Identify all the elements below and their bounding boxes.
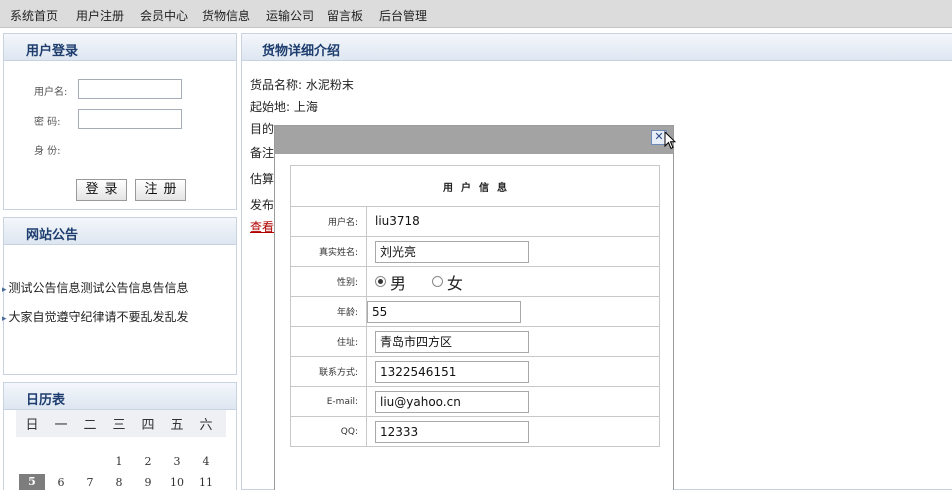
top-nav: 系统首页 用户注册 会员中心 货物信息 运输公司 留言板 后台管理 <box>0 0 952 28</box>
login-title: 用户登录 <box>26 44 79 59</box>
address-field-label: 住址: <box>290 326 367 357</box>
calendar-day[interactable]: 7 <box>80 476 100 489</box>
email-field-label: E-mail: <box>290 386 367 417</box>
age-field-label: 年龄: <box>290 296 367 327</box>
gender-female-radio[interactable] <box>431 276 443 287</box>
notice-item[interactable]: ▸ 大家自觉遵守纪律请不要乱发乱发 <box>2 308 189 325</box>
login-button[interactable]: 登录 <box>76 179 127 201</box>
nav-goods[interactable]: 货物信息 <box>202 7 250 24</box>
calendar-day[interactable]: 4 <box>196 455 216 468</box>
calendar-title: 日历表 <box>26 393 66 408</box>
destination-line: 目的 <box>250 122 275 136</box>
notice-text: 大家自觉遵守纪律请不要乱发乱发 <box>8 310 189 324</box>
calendar-panel-header: 日历表 <box>4 383 236 410</box>
phone-field-label: 联系方式: <box>290 356 367 387</box>
email-field[interactable]: liu@yahoo.cn <box>375 390 529 413</box>
nav-admin[interactable]: 后台管理 <box>379 7 427 24</box>
password-input[interactable] <box>78 109 182 129</box>
arrow-right-icon: ▸ <box>2 285 7 295</box>
goods-detail-header: 货物详细介绍 <box>242 34 952 61</box>
remark-line: 备注 <box>250 146 275 160</box>
calendar-day[interactable]: 2 <box>138 455 158 468</box>
calendar-day[interactable]: 11 <box>196 476 216 489</box>
estimate-line: 估算 <box>250 172 275 186</box>
calendar-weekday: 三 <box>112 418 126 433</box>
username-value: liu3718 <box>375 213 420 228</box>
phone-field[interactable]: 1322546151 <box>375 360 529 383</box>
user-info-table: 用户信息 用户名: liu3718 真实姓名: 刘光亮 性别: 男 女 年龄: … <box>290 165 660 447</box>
calendar-day[interactable]: 9 <box>138 476 158 489</box>
goods-name-line: 货品名称: 水泥粉末 <box>250 78 354 92</box>
age-field[interactable]: 55 <box>367 300 521 323</box>
realname-field-label: 真实姓名: <box>290 236 367 267</box>
notice-item[interactable]: ▸ 测试公告信息测试公告信息告信息 <box>2 279 189 296</box>
gender-female-label: 女 <box>446 273 463 293</box>
publisher-line: 发布 <box>250 198 275 212</box>
user-info-title: 用户信息 <box>290 165 660 207</box>
calendar-weekday: 日 <box>25 418 39 433</box>
nav-register[interactable]: 用户注册 <box>76 7 124 24</box>
arrow-right-icon: ▸ <box>2 314 7 324</box>
calendar-day[interactable]: 3 <box>167 455 187 468</box>
origin-line: 起始地: 上海 <box>250 100 318 114</box>
nav-messages[interactable]: 留言板 <box>327 7 363 24</box>
gender-male-label: 男 <box>390 273 407 293</box>
calendar-weekday: 五 <box>170 418 184 433</box>
address-field[interactable]: 青岛市四方区 <box>375 330 529 353</box>
notice-text: 测试公告信息测试公告信息告信息 <box>8 281 189 295</box>
calendar-weekday: 二 <box>83 418 97 433</box>
gender-field-label: 性别: <box>290 266 367 297</box>
calendar-day[interactable]: 8 <box>109 476 129 489</box>
register-button[interactable]: 注册 <box>135 179 186 201</box>
calendar-weekday: 四 <box>141 418 155 433</box>
qq-field-label: QQ: <box>290 416 367 447</box>
view-link[interactable]: 查看 <box>250 218 274 235</box>
login-panel-header: 用户登录 <box>4 34 236 61</box>
gender-male-radio[interactable] <box>375 276 386 287</box>
calendar-today[interactable]: 5 <box>19 474 45 490</box>
username-input[interactable] <box>78 79 182 99</box>
nav-transport[interactable]: 运输公司 <box>266 7 314 24</box>
calendar-day[interactable]: 6 <box>51 476 71 489</box>
qq-field[interactable]: 12333 <box>375 420 529 443</box>
password-label: 密 码: <box>34 117 61 128</box>
username-field-label: 用户名: <box>290 206 367 237</box>
nav-home[interactable]: 系统首页 <box>10 7 58 24</box>
calendar-day[interactable]: 10 <box>167 476 187 489</box>
mouse-pointer-icon <box>664 131 676 150</box>
calendar-day[interactable]: 1 <box>109 455 129 468</box>
realname-field[interactable]: 刘光亮 <box>375 240 529 263</box>
notice-title: 网站公告 <box>26 228 79 243</box>
dialog-title-bar[interactable]: ✕ <box>275 126 676 154</box>
nav-member[interactable]: 会员中心 <box>140 7 188 24</box>
calendar-weekday: 一 <box>54 418 68 433</box>
username-label: 用户名: <box>34 87 68 98</box>
calendar-weekday: 六 <box>199 418 213 433</box>
goods-detail-title: 货物详细介绍 <box>262 44 341 59</box>
identity-label: 身 份: <box>34 146 61 157</box>
notice-panel-header: 网站公告 <box>4 218 236 245</box>
notice-panel: 网站公告 <box>3 217 237 375</box>
